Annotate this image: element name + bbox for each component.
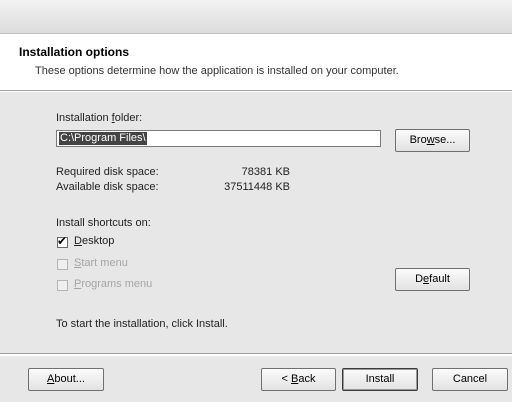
desktop-checkbox[interactable]: ✔ — [57, 234, 68, 248]
required-disk-space-label: Required disk space: — [56, 166, 159, 178]
start-menu-checkbox[interactable] — [57, 259, 68, 270]
installation-folder-value: C:\Program Files\ — [59, 132, 147, 145]
browse-button[interactable]: Browse... — [395, 129, 470, 152]
desktop-checkbox-label[interactable]: Desktop — [74, 235, 114, 247]
footer-separator — [0, 353, 512, 355]
about-button[interactable]: About... — [28, 368, 104, 391]
page-subtitle: These options determine how the applicat… — [35, 65, 399, 77]
required-disk-space-value: 78381 KB — [241, 166, 290, 178]
back-button[interactable]: < Back — [261, 368, 336, 391]
header-panel: Installation options These options deter… — [0, 34, 512, 90]
default-button[interactable]: Default — [395, 268, 470, 291]
cancel-button[interactable]: Cancel — [432, 368, 508, 391]
install-shortcuts-label: Install shortcuts on: — [56, 217, 151, 229]
page-title: Installation options — [19, 45, 129, 59]
programs-menu-checkbox[interactable] — [57, 280, 68, 291]
installation-folder-label: Installation folder: — [56, 112, 143, 124]
install-button[interactable]: Install — [342, 368, 418, 391]
available-disk-space-value: 37511448 KB — [224, 181, 290, 193]
window-titlebar — [0, 0, 512, 34]
install-instruction: To start the installation, click Install… — [56, 318, 228, 330]
available-disk-space-label: Available disk space: — [56, 181, 159, 193]
programs-menu-checkbox-label[interactable]: Programs menu — [74, 278, 152, 290]
installation-folder-input[interactable]: C:\Program Files\ — [56, 130, 381, 147]
start-menu-checkbox-label[interactable]: Start menu — [74, 257, 128, 269]
checkmark-icon: ✔ — [57, 234, 68, 248]
